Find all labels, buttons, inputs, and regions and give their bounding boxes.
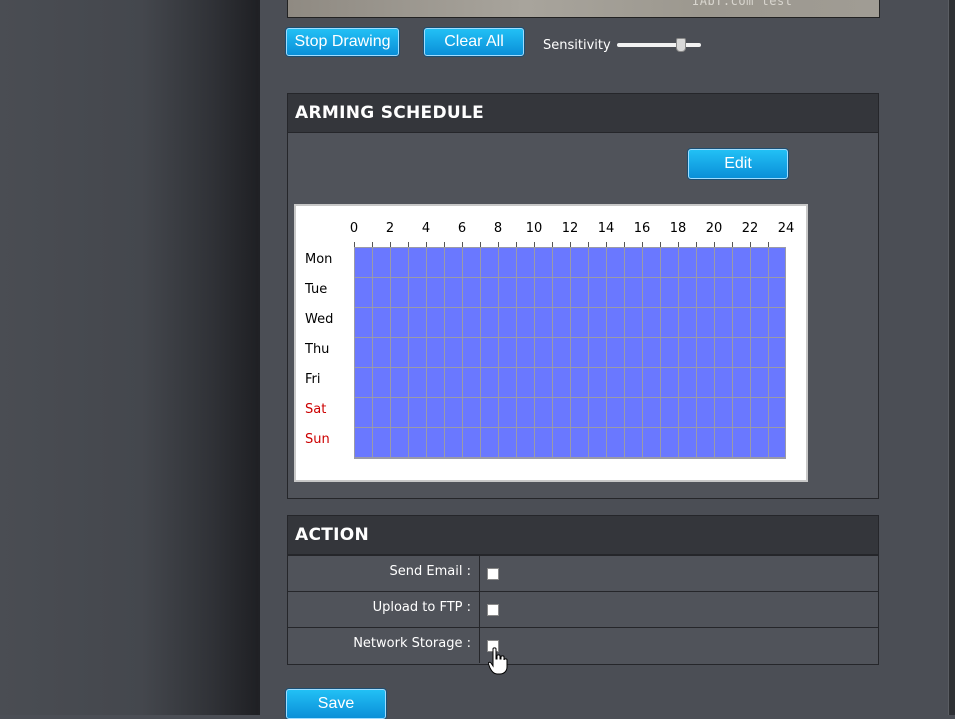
send-email-label: Send Email : <box>288 556 480 591</box>
day-label-fri: Fri <box>305 372 321 387</box>
hand-cursor-icon <box>488 647 508 675</box>
upload-ftp-label: Upload to FTP : <box>288 592 480 627</box>
sidebar <box>0 0 258 715</box>
day-label-sun: Sun <box>305 432 330 447</box>
arming-schedule-panel: ARMING SCHEDULE Edit 0 2 4 6 8 10 12 14 16 18 20 22… <box>287 93 879 499</box>
day-label-mon: Mon <box>305 252 333 267</box>
hour-label: 24 <box>777 221 795 236</box>
schedule-grid[interactable] <box>354 247 786 459</box>
hour-label: 0 <box>349 221 359 236</box>
action-row-upload-ftp: Upload to FTP : <box>288 591 878 627</box>
day-label-tue: Tue <box>305 282 328 297</box>
action-row-send-email: Send Email : <box>288 555 878 591</box>
day-label-wed: Wed <box>305 312 334 327</box>
stop-drawing-button[interactable]: Stop Drawing <box>286 28 399 56</box>
hour-label: 16 <box>633 221 651 236</box>
upload-ftp-checkbox[interactable] <box>487 604 499 616</box>
preview-overlay-text: IAbT.com test <box>692 0 793 8</box>
action-row-network-storage: Network Storage : <box>288 627 878 663</box>
hour-label: 2 <box>385 221 395 236</box>
hour-label: 10 <box>525 221 543 236</box>
hour-label: 22 <box>741 221 759 236</box>
day-label-thu: Thu <box>305 342 330 357</box>
hour-label: 4 <box>421 221 431 236</box>
hour-label: 8 <box>493 221 503 236</box>
schedule-grid-container: 0 2 4 6 8 10 12 14 16 18 20 22 24 Mon Tue Wed Thu Fri Sat… <box>294 204 808 482</box>
day-label-sat: Sat <box>305 402 327 417</box>
hour-label: 18 <box>669 221 687 236</box>
action-title: ACTION <box>288 516 878 555</box>
sidebar-divider <box>258 0 260 715</box>
network-storage-label: Network Storage : <box>288 628 480 663</box>
hour-label: 20 <box>705 221 723 236</box>
clear-all-button[interactable]: Clear All <box>424 28 524 56</box>
window-edge <box>948 0 955 715</box>
camera-preview[interactable]: IAbT.com test <box>287 0 880 18</box>
hour-label: 6 <box>457 221 467 236</box>
edit-schedule-button[interactable]: Edit <box>688 149 788 179</box>
hour-label: 14 <box>597 221 615 236</box>
arming-schedule-title: ARMING SCHEDULE <box>288 94 878 133</box>
action-panel: ACTION Send Email : Upload to FTP : Netw… <box>287 515 879 665</box>
sensitivity-slider[interactable] <box>617 43 701 47</box>
hour-label: 12 <box>561 221 579 236</box>
hour-axis: 0 2 4 6 8 10 12 14 16 18 20 22 24 <box>296 206 810 236</box>
sensitivity-label: Sensitivity <box>543 38 611 53</box>
sensitivity-slider-thumb[interactable] <box>676 38 686 52</box>
send-email-checkbox[interactable] <box>487 568 499 580</box>
